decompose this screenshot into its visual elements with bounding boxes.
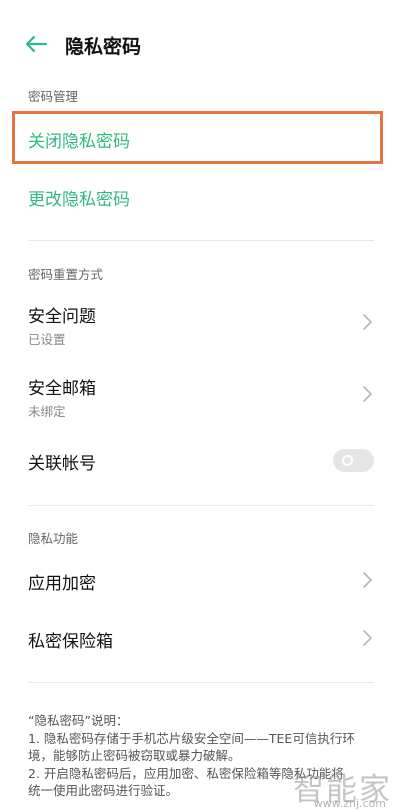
notes-line: 1. 隐私密码存储于手机芯片级安全空间——TEE可信执行环 bbox=[28, 730, 355, 746]
change-privacy-password-button[interactable]: 更改隐私密码 bbox=[28, 185, 130, 210]
chevron-right-icon bbox=[363, 386, 373, 402]
security-question-row[interactable]: 安全问题 已设置 bbox=[0, 296, 400, 352]
header-bar: 隐私密码 bbox=[0, 0, 400, 88]
chevron-right-icon bbox=[363, 314, 373, 330]
app-encryption-label: 应用加密 bbox=[28, 574, 96, 594]
app-encryption-row[interactable]: 应用加密 bbox=[0, 558, 400, 602]
linked-account-label: 关联帐号 bbox=[28, 454, 96, 474]
section-label-reset-method: 密码重置方式 bbox=[28, 267, 104, 282]
toggle-knob bbox=[342, 455, 353, 466]
back-arrow-icon[interactable] bbox=[22, 30, 50, 58]
close-privacy-password-button[interactable]: 关闭隐私密码 bbox=[28, 127, 130, 152]
divider bbox=[28, 240, 374, 241]
private-safe-label: 私密保险箱 bbox=[28, 632, 113, 652]
chevron-right-icon bbox=[363, 630, 373, 646]
page-title: 隐私密码 bbox=[65, 36, 142, 58]
chevron-right-icon bbox=[363, 572, 373, 588]
private-safe-row[interactable]: 私密保险箱 bbox=[0, 616, 400, 660]
section-label-privacy-features: 隐私功能 bbox=[28, 531, 79, 546]
divider bbox=[28, 682, 374, 683]
notes-line: 境，能够防止密码被窃取或暴力破解。 bbox=[28, 748, 241, 763]
divider bbox=[28, 505, 374, 506]
security-question-status: 已设置 bbox=[28, 332, 66, 347]
linked-account-toggle[interactable] bbox=[333, 449, 374, 472]
security-question-label: 安全问题 bbox=[28, 307, 96, 327]
section-label-password-management: 密码管理 bbox=[28, 89, 79, 104]
security-email-row[interactable]: 安全邮箱 未绑定 bbox=[0, 368, 400, 424]
security-email-status: 未绑定 bbox=[28, 404, 66, 419]
privacy-password-notes: “隐私密码”说明： 1. 隐私密码存储于手机芯片级安全空间——TEE可信执行环 … bbox=[28, 712, 378, 800]
notes-heading: “隐私密码”说明： bbox=[28, 713, 129, 728]
notes-line: 统一使用此密码进行验证。 bbox=[28, 783, 179, 798]
notes-line: 2. 开启隐私密码后，应用加密、私密保险箱等隐私功能将 bbox=[28, 765, 344, 781]
security-email-label: 安全邮箱 bbox=[28, 379, 96, 399]
